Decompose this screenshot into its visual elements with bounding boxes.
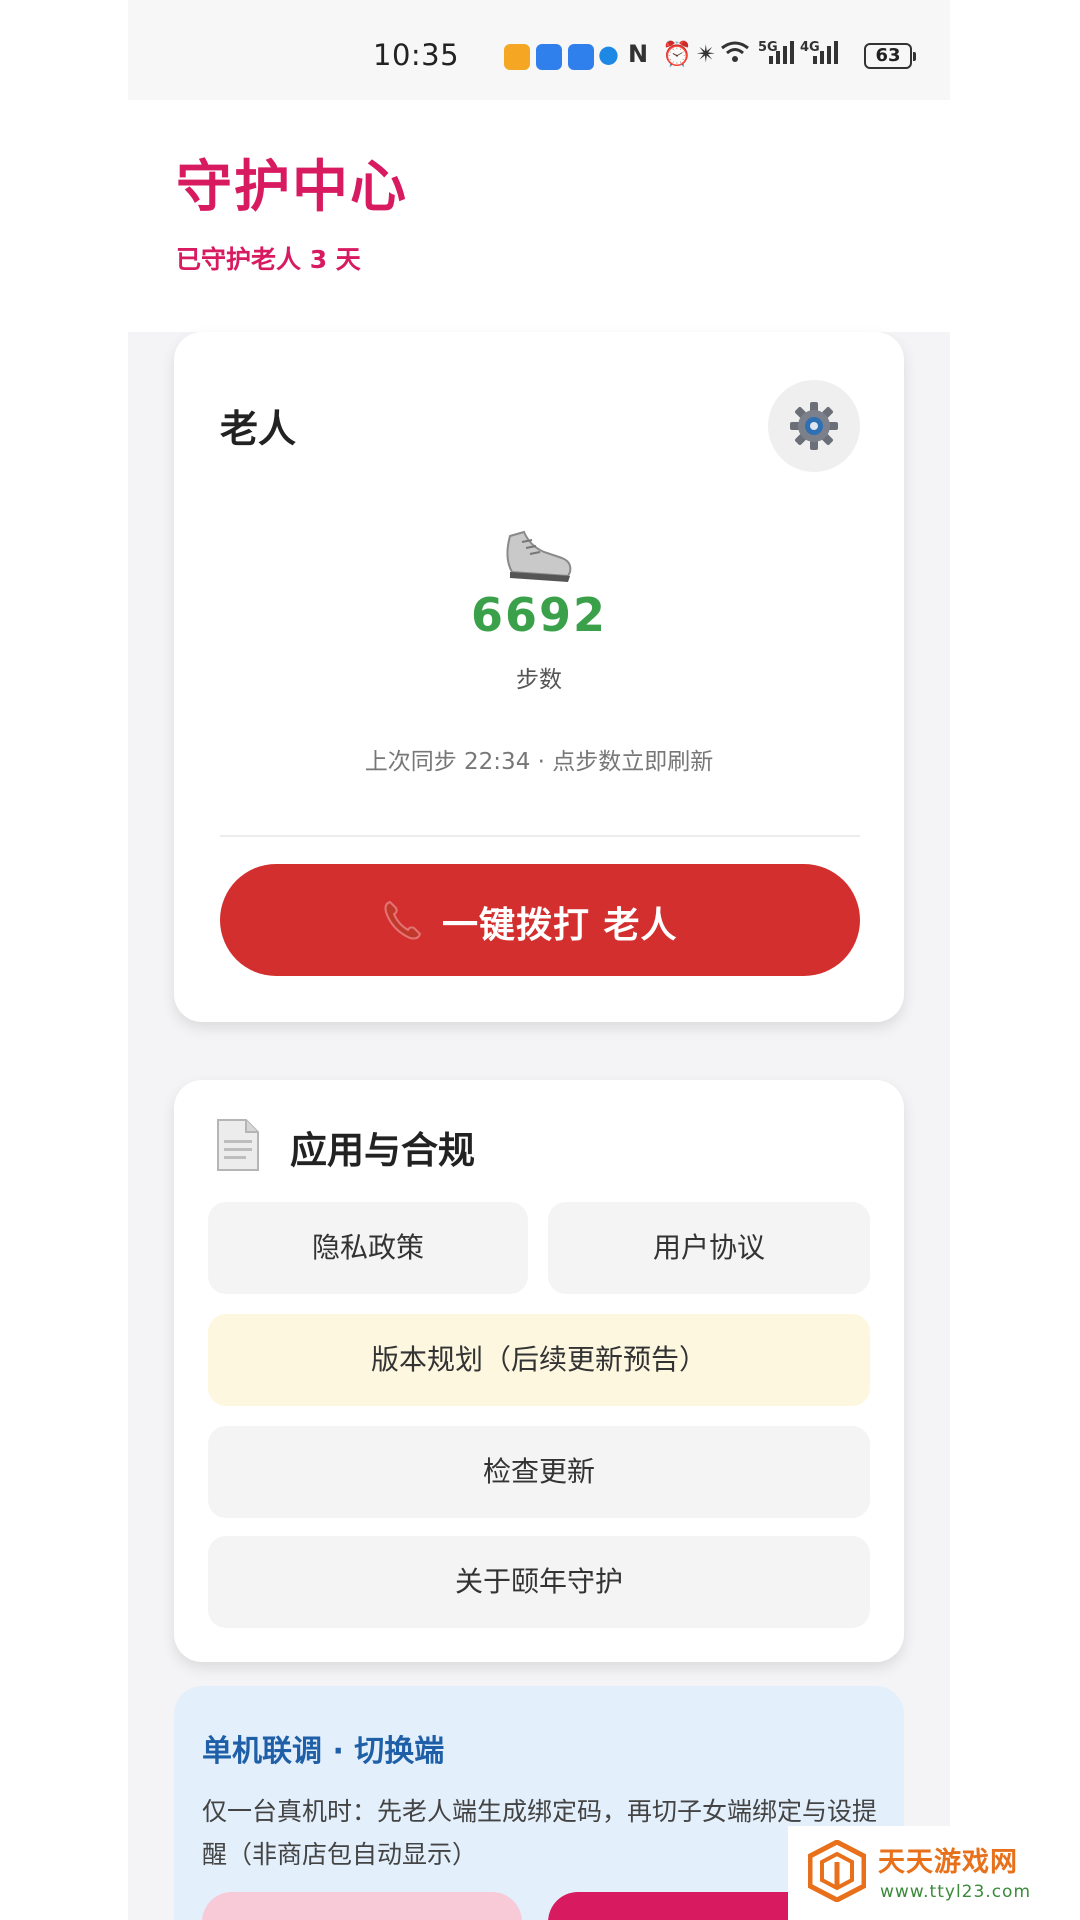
- watermark-site-name: 天天游戏网: [878, 1847, 1018, 1878]
- nfc-icon: N: [628, 40, 649, 68]
- elder-card: 老人 6692 步数 上次同步 22:34 · 点步数立即刷新 一键拨打 老人: [174, 332, 904, 1022]
- phone-screen: 10:35 ● N ⏰ ✴ 5G 4G 63 守护中心 已守护老人 3 天 老人…: [128, 0, 950, 1920]
- battery-icon: 63: [864, 43, 916, 69]
- compliance-card: 应用与合规 隐私政策 用户协议 版本规划（后续更新预告） 检查更新 关于颐年守护: [174, 1080, 904, 1662]
- wifi-icon: [720, 40, 750, 70]
- debug-switch-title: 单机联调 · 切换端: [202, 1734, 445, 1769]
- watermark-logo-icon: [808, 1840, 866, 1902]
- app-notification-icon: [504, 44, 530, 70]
- divider: [220, 835, 860, 837]
- app-notification-icon: [536, 44, 562, 70]
- step-count-label: 步数: [516, 667, 562, 693]
- step-count[interactable]: 6692: [174, 588, 904, 642]
- phone-icon: [384, 900, 422, 940]
- page-title: 守护中心: [176, 155, 408, 220]
- call-button-label: 一键拨打 老人: [442, 905, 678, 946]
- last-sync-info: 上次同步 22:34 · 点步数立即刷新: [364, 749, 714, 775]
- check-update-button[interactable]: 检查更新: [208, 1426, 870, 1518]
- site-watermark: 天天游戏网 www.ttyl23.com: [788, 1826, 1080, 1920]
- debug-switch-description: 仅一台真机时：先老人端生成绑定码，再切子女端绑定与设提醒（非商店包自动显示）: [202, 1797, 878, 1869]
- guard-days-subtitle: 已守护老人 3 天: [176, 245, 361, 274]
- sneaker-icon: [506, 530, 572, 582]
- compliance-title: 应用与合规: [290, 1129, 475, 1172]
- gear-icon: [790, 402, 838, 450]
- elder-name: 老人: [220, 407, 297, 451]
- bluetooth-icon: [568, 44, 594, 70]
- user-agreement-button[interactable]: 用户协议: [548, 1202, 870, 1294]
- document-icon: [217, 1119, 259, 1171]
- settings-button[interactable]: [768, 380, 860, 472]
- alarm-icon: ⏰: [662, 40, 692, 68]
- signal-icon: [812, 40, 838, 70]
- shield-icon: ●: [598, 40, 619, 68]
- status-time: 10:35: [373, 38, 460, 72]
- bluetooth-icon: ✴: [696, 40, 717, 68]
- screenshot-frame: 10:35 ● N ⏰ ✴ 5G 4G 63 守护中心 已守护老人 3 天 老人…: [0, 0, 1080, 1920]
- one-tap-call-button[interactable]: 一键拨打 老人: [220, 864, 860, 976]
- signal-icon: [768, 40, 794, 70]
- privacy-policy-button[interactable]: 隐私政策: [208, 1202, 528, 1294]
- version-roadmap-button[interactable]: 版本规划（后续更新预告）: [208, 1314, 870, 1406]
- status-bar: 10:35 ● N ⏰ ✴ 5G 4G 63: [128, 0, 950, 100]
- watermark-site-url: www.ttyl23.com: [880, 1882, 1032, 1902]
- about-app-button[interactable]: 关于颐年守护: [208, 1536, 870, 1628]
- switch-elder-button[interactable]: [202, 1892, 522, 1920]
- page-header: 守护中心 已守护老人 3 天: [128, 100, 950, 332]
